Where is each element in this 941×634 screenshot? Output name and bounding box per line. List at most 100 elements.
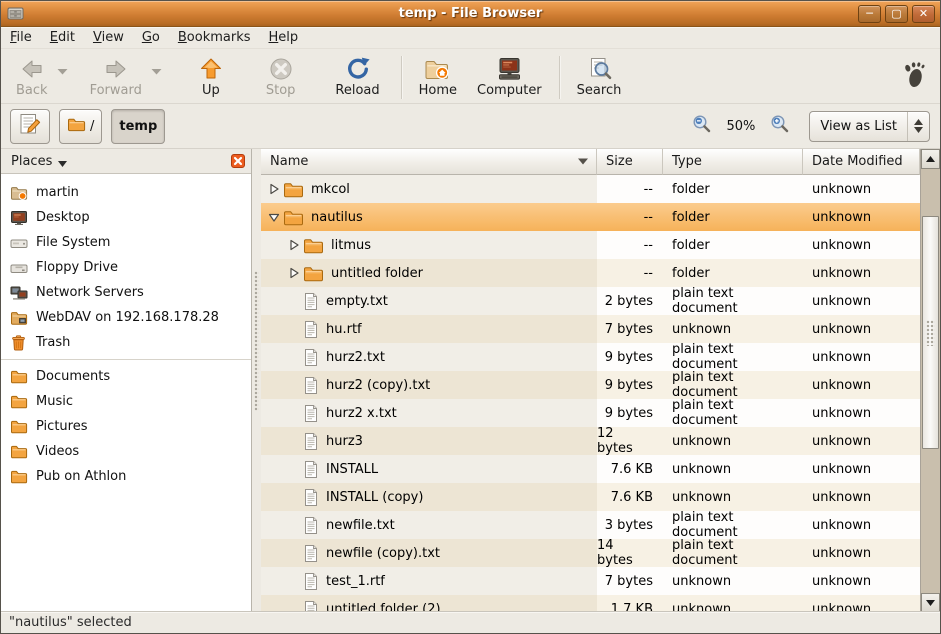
table-row[interactable]: untitled folder--folderunknown [261,259,920,287]
file-name: mkcol [311,182,350,197]
scrollbar-thumb[interactable] [922,216,939,449]
toolbar-forward-button[interactable]: Forward [83,54,149,99]
sidebar-header: Places [1,149,251,174]
file-name: litmus [331,238,371,253]
table-row[interactable]: hu.rtf7 bytesunknownunknown [261,315,920,343]
sidebar-item-videos[interactable]: Videos [1,439,251,464]
table-row[interactable]: hurz2.txt9 bytesplain text documentunkno… [261,343,920,371]
folder-row-icon [283,209,304,226]
table-row[interactable]: newfile (copy).txt14 bytesplain text doc… [261,539,920,567]
table-row[interactable]: hurz2 x.txt9 bytesplain text documentunk… [261,399,920,427]
maximize-button[interactable]: ▢ [885,5,908,23]
sidebar-item-trash[interactable]: Trash [1,330,251,355]
search-icon [586,55,613,82]
file-name: hurz2 (copy).txt [326,378,430,393]
main-area: Places martin Desktop File SystemFloppy Dr… [1,149,940,613]
menu-help[interactable]: Help [260,28,308,47]
toolbar-back-button[interactable]: Back [9,54,55,99]
table-row[interactable]: hurz312 bytesunknownunknown [261,427,920,455]
column-header-size[interactable]: Size [597,149,663,175]
menu-go[interactable]: Go [133,28,169,47]
file-name-cell: INSTALL [261,455,597,483]
toolbar-stop-button[interactable]: Stop [259,54,303,99]
sidebar-item-documents[interactable]: Documents [1,364,251,389]
titlebar[interactable]: temp - File Browser ─ ▢ ✕ [1,1,940,27]
sidebar-item-desktop[interactable]: Desktop [1,205,251,230]
scroll-up-button[interactable] [921,149,940,169]
file-type-cell: unknown [663,315,803,343]
table-row[interactable]: nautilus--folderunknown [261,203,920,231]
toolbar-home-button[interactable]: Home [412,54,464,99]
spinner-arrows-icon [907,112,929,141]
file-name: nautilus [311,210,363,225]
file-row-icon [303,572,319,591]
file-row-icon [303,404,319,423]
sidebar-item-pub-on-athlon[interactable]: Pub on Athlon [1,464,251,489]
expander-icon[interactable] [285,239,303,251]
file-name-cell: newfile (copy).txt [261,539,597,567]
file-row-icon [303,432,319,451]
sidebar-item-floppy-drive[interactable]: Floppy Drive [1,255,251,280]
expander-icon[interactable] [285,267,303,279]
sidebar-item-music[interactable]: Music [1,389,251,414]
root-path-button[interactable]: / [59,109,102,144]
close-sidebar-button[interactable] [230,154,245,169]
expander-icon[interactable] [265,183,283,195]
back-history-dropdown[interactable] [55,56,71,83]
sidebar-item-label: Desktop [36,210,90,225]
sidebar-item-label: Network Servers [36,285,144,300]
table-row[interactable]: newfile.txt3 bytesplain text documentunk… [261,511,920,539]
sidebar-item-martin[interactable]: martin [1,180,251,205]
toolbar-up-button[interactable]: Up [191,54,231,99]
column-header-name[interactable]: Name [261,149,597,175]
file-size-cell: 12 bytes [597,427,663,455]
zoom-out-button[interactable] [689,113,715,139]
zoom-level: 50% [727,119,756,134]
date-modified-cell: unknown [803,315,920,343]
file-name-cell: untitled folder [261,259,597,287]
table-row[interactable]: litmus--folderunknown [261,231,920,259]
sidebar-item-file-system[interactable]: File System [1,230,251,255]
sidebar-item-pictures[interactable]: Pictures [1,414,251,439]
minimize-button[interactable]: ─ [858,5,881,23]
date-modified-cell: unknown [803,539,920,567]
table-row[interactable]: mkcol--folderunknown [261,175,920,203]
table-row[interactable]: INSTALL (copy)7.6 KBunknownunknown [261,483,920,511]
table-row[interactable]: test_1.rtf7 bytesunknownunknown [261,567,920,595]
date-modified-cell: unknown [803,371,920,399]
sidebar-item-network-servers[interactable]: Network Servers [1,280,251,305]
toolbar-back-label: Back [16,83,48,98]
close-button[interactable]: ✕ [912,5,935,23]
expander-icon[interactable] [265,211,283,223]
sidebar-item-webdav-on-192-168-178-28[interactable]: WebDAV on 192.168.178.28 [1,305,251,330]
column-header-type[interactable]: Type [663,149,803,175]
table-row[interactable]: INSTALL7.6 KBunknownunknown [261,455,920,483]
file-size-cell: 7 bytes [597,567,663,595]
dropdown-icon [151,60,162,79]
file-type-cell: plain text document [663,539,803,567]
toolbar: Back Forward Up Stop Reload HomeComputer Searc… [1,49,940,104]
toolbar-search-button[interactable]: Search [570,54,629,99]
edit-location-button[interactable] [10,109,50,144]
scroll-down-button[interactable] [921,593,940,613]
pane-splitter[interactable] [252,149,261,613]
zoom-in-button[interactable] [767,113,793,139]
reload-icon [345,55,371,82]
toolbar-reload-button[interactable]: Reload [328,54,386,99]
menu-edit[interactable]: Edit [41,28,84,47]
menu-view[interactable]: View [84,28,133,47]
places-selector[interactable]: Places [11,154,52,169]
view-mode-select[interactable]: View as List [809,111,930,142]
column-header-date-modified[interactable]: Date Modified [803,149,920,175]
file-name: empty.txt [326,294,388,309]
file-name-cell: INSTALL (copy) [261,483,597,511]
toolbar-computer-button[interactable]: Computer [470,54,549,99]
menu-file[interactable]: File [1,28,41,47]
file-name-cell: hurz2 x.txt [261,399,597,427]
table-row[interactable]: hurz2 (copy).txt9 bytesplain text docume… [261,371,920,399]
table-row[interactable]: empty.txt2 bytesplain text documentunkno… [261,287,920,315]
vertical-scrollbar[interactable] [920,149,940,613]
forward-history-dropdown[interactable] [149,56,165,83]
path-button-temp[interactable]: temp [111,109,165,144]
menu-bookmarks[interactable]: Bookmarks [169,28,260,47]
